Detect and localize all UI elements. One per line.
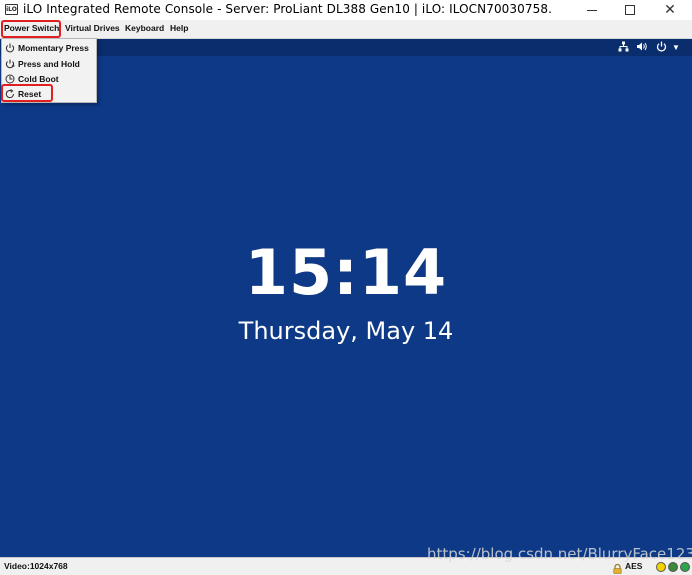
menu-item-label: Cold Boot bbox=[18, 73, 59, 84]
window-title: iLO Integrated Remote Console - Server: … bbox=[23, 2, 552, 16]
minimize-icon bbox=[587, 9, 597, 11]
indicator-yellow bbox=[656, 562, 666, 572]
power-icon[interactable] bbox=[656, 41, 667, 55]
cold-boot-icon bbox=[5, 74, 15, 84]
caret-down-icon[interactable]: ▼ bbox=[672, 42, 680, 54]
maximize-button[interactable] bbox=[608, 0, 652, 20]
lock-screen-time: 15:14 bbox=[244, 236, 448, 309]
video-resolution: Video:1024x768 bbox=[4, 561, 68, 571]
network-icon[interactable] bbox=[618, 41, 629, 55]
menu-help[interactable]: Help bbox=[170, 23, 188, 33]
hold-icon bbox=[5, 59, 16, 69]
menu-virtual-drives[interactable]: Virtual Drives bbox=[65, 23, 120, 33]
lock-screen-date: Thursday, May 14 bbox=[238, 317, 454, 345]
remote-console-screen[interactable]: ▼ 15:14 Thursday, May 14 bbox=[0, 39, 692, 557]
power-switch-highlight bbox=[1, 20, 61, 38]
title-bar: iLO iLO Integrated Remote Console - Serv… bbox=[0, 0, 692, 20]
menu-item-label: Press and Hold bbox=[18, 58, 80, 69]
indicator-dark-green bbox=[668, 562, 678, 572]
menu-bar: Power Switch Virtual Drives Keyboard Hel… bbox=[0, 20, 692, 39]
power-icon bbox=[5, 43, 15, 53]
reset-highlight bbox=[1, 84, 53, 102]
remote-top-panel: ▼ bbox=[0, 39, 692, 56]
ilo-app-icon: iLO bbox=[5, 4, 18, 15]
indicator-green bbox=[680, 562, 690, 572]
menu-item-label: Momentary Press bbox=[18, 42, 89, 53]
maximize-icon bbox=[625, 5, 635, 15]
menu-item-momentary-press[interactable]: Momentary Press bbox=[4, 40, 96, 55]
menu-item-press-and-hold[interactable]: Press and Hold bbox=[4, 56, 96, 71]
volume-icon[interactable] bbox=[636, 41, 648, 55]
menu-keyboard[interactable]: Keyboard bbox=[125, 23, 164, 33]
watermark-text: https://blog.csdn.net/BlurryFace123 bbox=[427, 545, 692, 563]
close-button[interactable]: ✕ bbox=[648, 0, 692, 20]
close-icon: ✕ bbox=[664, 2, 676, 18]
